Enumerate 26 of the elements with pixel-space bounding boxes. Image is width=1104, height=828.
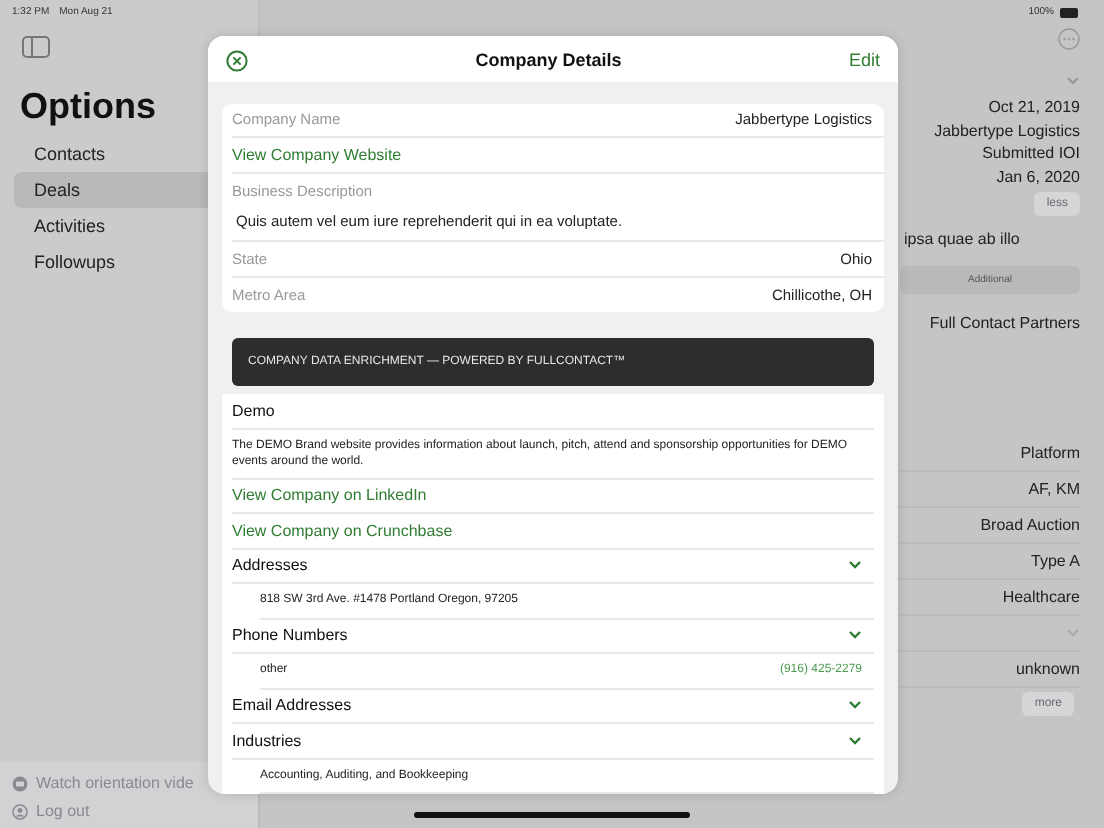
detail-value: Oct 21, 2019: [988, 96, 1080, 119]
sidebar-title: Options: [20, 86, 156, 128]
video-icon: [12, 775, 28, 791]
edit-button[interactable]: Edit: [848, 50, 880, 71]
profile-link[interactable]: View Company on Crunchbase: [232, 521, 453, 540]
partner-name: Full Contact Partners: [929, 312, 1080, 335]
section-title: Industries: [232, 731, 302, 750]
sidebar-toggle-icon[interactable]: [22, 36, 50, 58]
detail-value: Jan 6, 2020: [996, 165, 1080, 188]
chevron-down-icon[interactable]: [848, 630, 862, 641]
close-icon[interactable]: [226, 49, 248, 72]
detail-description: ipsa quae ab illo: [904, 230, 1022, 248]
detail-value: Jabbertype Logistics: [934, 119, 1080, 142]
section-title: Email Addresses: [232, 696, 352, 715]
chevron-down-icon[interactable]: [848, 735, 862, 746]
battery-icon: [1060, 7, 1080, 17]
chevron-down-icon[interactable]: [848, 560, 862, 571]
user-icon: [12, 803, 28, 819]
chevron-down-icon[interactable]: [848, 700, 862, 711]
company-brand-name: Demo: [232, 401, 275, 420]
detail-value: Submitted IOI: [982, 142, 1080, 165]
section-title: Phone Numbers: [232, 626, 348, 645]
website-link[interactable]: View Company Website: [232, 145, 402, 164]
profile-link[interactable]: View Company on LinkedIn: [232, 486, 427, 505]
dialog-title: Company Details: [475, 50, 622, 71]
section-title: Addresses: [232, 556, 308, 575]
